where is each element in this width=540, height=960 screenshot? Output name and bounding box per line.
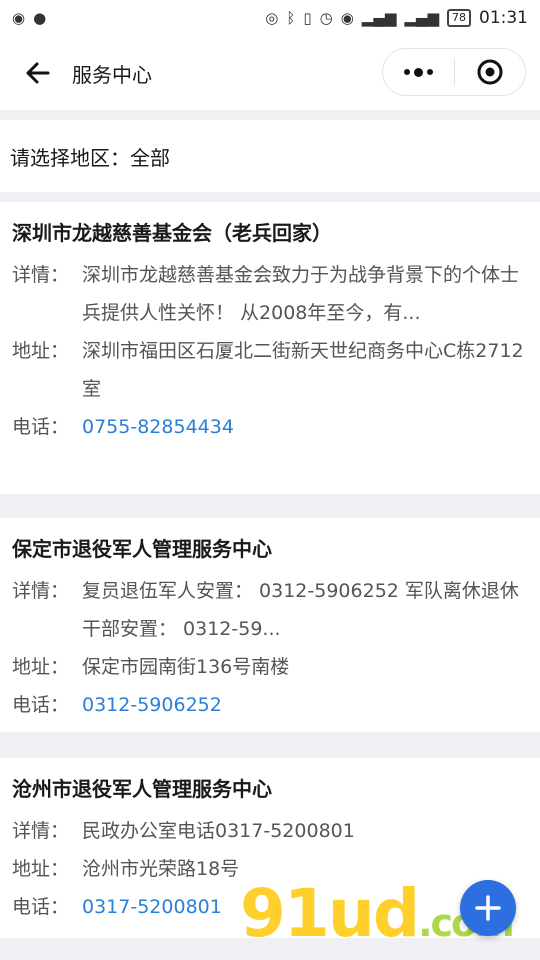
region-label: 请选择地区： — [10, 145, 130, 170]
phone-link[interactable]: 0755-82854434 — [82, 408, 526, 446]
miniprogram-capsule — [382, 48, 526, 96]
address-label: 地址： — [12, 340, 70, 362]
bluetooth-icon: ᛒ — [286, 9, 296, 27]
detail-text: 复员退伍军人安置： 0312-5906252 军队离休退休干部安置： 0312-… — [82, 580, 519, 640]
vibrate-icon: ▯ — [303, 9, 312, 27]
region-value: 全部 — [130, 145, 170, 170]
more-button[interactable] — [383, 49, 454, 95]
address-row: 地址： 保定市园南街136号南楼 — [12, 648, 526, 686]
detail-label: 详情： — [12, 820, 70, 842]
detail-row: 详情： 民政办公室电话0317-5200801 — [12, 812, 526, 850]
region-selector[interactable]: 请选择地区： 全部 — [0, 120, 540, 192]
message-icon: ● — [33, 9, 47, 27]
page-title: 服务中心 — [72, 62, 152, 87]
miniprogram-close-icon — [477, 59, 503, 85]
detail-text: 民政办公室电话0317-5200801 — [82, 820, 355, 842]
eye-icon: ◉ — [340, 9, 354, 27]
card-title: 沧州市退役军人管理服务中心 — [12, 777, 272, 801]
signal-2g-icon: ▂▄▆ — [404, 9, 439, 27]
back-button[interactable] — [10, 45, 66, 101]
battery-level: 78 — [447, 9, 471, 27]
service-card[interactable]: 深圳市龙越慈善基金会（老兵回家） 详情： 深圳市龙越慈善基金会致力于为战争背景下… — [0, 202, 540, 494]
phone-link[interactable]: 0312-5906252 — [82, 686, 526, 724]
add-button[interactable] — [460, 880, 516, 936]
service-card[interactable]: 沧州市退役军人管理服务中心 详情： 民政办公室电话0317-5200801 地址… — [0, 758, 540, 938]
close-button[interactable] — [455, 49, 526, 95]
signal-4g-icon: ▂▄▆ — [361, 9, 397, 27]
status-bar: ◉ ● ◎ ᛒ ▯ ◷ ◉ ▂▄▆ ▂▄▆ 78 01:31 — [0, 0, 540, 36]
address-text: 沧州市光荣路18号 — [82, 858, 240, 880]
detail-row: 详情： 深圳市龙越慈善基金会致力于为战争背景下的个体士兵提供人性关怀！ 从200… — [12, 256, 526, 332]
phone-label: 电话： — [12, 416, 70, 438]
address-label: 地址： — [12, 656, 70, 678]
phone-row: 电话： 0755-82854434 — [12, 408, 526, 446]
address-text: 深圳市福田区石厦北二街新天世纪商务中心C栋2712室 — [82, 340, 524, 400]
hotspot-icon: ◎ — [265, 9, 279, 27]
plus-icon — [475, 895, 501, 921]
address-row: 地址： 沧州市光荣路18号 — [12, 850, 526, 888]
address-row: 地址： 深圳市福田区石厦北二街新天世纪商务中心C栋2712室 — [12, 332, 526, 408]
address-label: 地址： — [12, 858, 70, 880]
notification-icon: ◉ — [12, 9, 26, 27]
status-right: ◎ ᛒ ▯ ◷ ◉ ▂▄▆ ▂▄▆ 78 01:31 — [265, 8, 528, 28]
more-dots-icon — [403, 67, 433, 77]
phone-row: 电话： 0317-5200801 — [12, 888, 526, 926]
phone-label: 电话： — [12, 896, 70, 918]
card-title: 深圳市龙越慈善基金会（老兵回家） — [12, 221, 332, 245]
phone-row: 电话： 0312-5906252 — [12, 686, 526, 724]
back-arrow-icon — [26, 62, 50, 84]
detail-label: 详情： — [12, 580, 70, 602]
alarm-icon: ◷ — [319, 9, 333, 27]
detail-label: 详情： — [12, 264, 70, 286]
card-title: 保定市退役军人管理服务中心 — [12, 537, 272, 561]
nav-bar: 服务中心 — [0, 36, 540, 110]
clock: 01:31 — [479, 8, 528, 28]
phone-label: 电话： — [12, 694, 70, 716]
detail-row: 详情： 复员退伍军人安置： 0312-5906252 军队离休退休干部安置： 0… — [12, 572, 526, 648]
detail-text: 深圳市龙越慈善基金会致力于为战争背景下的个体士兵提供人性关怀！ 从2008年至今… — [82, 264, 520, 324]
service-card[interactable]: 保定市退役军人管理服务中心 详情： 复员退伍军人安置： 0312-5906252… — [0, 518, 540, 732]
status-left: ◉ ● — [12, 9, 46, 27]
address-text: 保定市园南街136号南楼 — [82, 656, 290, 678]
